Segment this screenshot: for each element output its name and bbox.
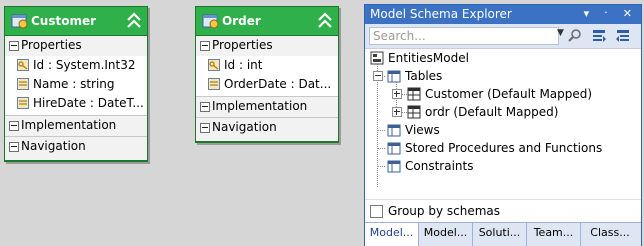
property-text: Id : int: [224, 58, 263, 72]
collapse-icon[interactable]: [125, 11, 143, 31]
tab-model-schema-explorer[interactable]: Model...: [365, 223, 419, 246]
window-buttons[interactable]: ▾ ᛫ ✕: [584, 7, 637, 20]
navigation-section[interactable]: Navigation: [196, 117, 338, 142]
navigation-label: Navigation: [212, 120, 277, 134]
tree-node-tables[interactable]: Tables: [365, 67, 641, 85]
properties-section: Properties Id : int OrderDate : Dat...: [196, 36, 338, 96]
implementation-label: Implementation: [21, 118, 117, 132]
customer-entity[interactable]: Customer Properties Id : System.Int32 Na…: [4, 6, 148, 162]
implementation-header[interactable]: Implementation: [5, 116, 147, 136]
tree-node-label: Constraints: [405, 159, 474, 173]
collapse-toggle-icon[interactable]: [9, 142, 19, 152]
collapse-toggle-icon[interactable]: [200, 41, 210, 51]
expand-toggle-icon[interactable]: [392, 89, 402, 99]
property-row[interactable]: Name : string: [5, 75, 147, 94]
expand-toggle-icon[interactable]: [392, 107, 402, 117]
property-text: OrderDate : Dat...: [224, 77, 332, 91]
tree-node-table[interactable]: ordr (Default Mapped): [365, 103, 641, 121]
tree-node-label: ordr (Default Mapped): [425, 105, 559, 119]
collapse-toggle-icon[interactable]: [9, 41, 19, 51]
search-toolbar: Search... ▼: [365, 24, 641, 49]
properties-section: Properties Id : System.Int32 Name : stri…: [5, 36, 147, 115]
tree-node-views[interactable]: Views: [365, 121, 641, 139]
property-icon: [17, 78, 29, 90]
table-icon: [407, 87, 421, 101]
tree-node-table[interactable]: Customer (Default Mapped): [365, 85, 641, 103]
order-entity[interactable]: Order Properties Id : int OrderDate: Da…: [195, 6, 339, 143]
implementation-header[interactable]: Implementation: [196, 97, 338, 117]
constraints-folder-icon: [387, 160, 401, 173]
tree-node-label: Stored Procedures and Functions: [405, 141, 603, 155]
panel-title-bar[interactable]: Model Schema Explorer ▾ ᛫ ✕: [365, 5, 641, 24]
property-row[interactable]: Id : System.Int32: [5, 56, 147, 75]
refresh-icon[interactable]: [591, 28, 607, 44]
panel-tabs: Model... Model... Soluti... Team... Clas…: [365, 222, 641, 246]
tree-node-constraints[interactable]: Constraints: [365, 157, 641, 175]
tree-node-root[interactable]: EntitiesModel: [365, 49, 641, 67]
table-icon: [407, 105, 421, 119]
tree-node-label: Views: [405, 123, 440, 137]
property-icon: [208, 78, 220, 90]
views-folder-icon: [387, 124, 401, 137]
property-text: Id : System.Int32: [33, 58, 136, 72]
tab-model-explorer[interactable]: Model...: [419, 223, 473, 246]
property-text: Name : string: [33, 77, 115, 91]
group-by-schemas-label[interactable]: Group by schemas: [388, 204, 500, 218]
properties-label: Properties: [212, 38, 273, 52]
entity-header[interactable]: Customer: [5, 7, 147, 36]
entity-title: Order: [222, 14, 261, 28]
entity-title: Customer: [31, 14, 97, 28]
entity-header[interactable]: Order: [196, 7, 338, 36]
collapse-toggle-icon[interactable]: [200, 102, 210, 112]
key-property-icon: [208, 59, 220, 71]
group-by-schemas-row: Group by schemas: [365, 199, 641, 222]
property-row[interactable]: OrderDate : Dat...: [196, 75, 338, 94]
property-text: HireDate : DateT...: [33, 96, 144, 110]
search-dropdown-icon[interactable]: ▼: [557, 28, 564, 38]
tree-node-label: EntitiesModel: [388, 51, 469, 65]
navigation-header[interactable]: Navigation: [5, 137, 147, 157]
implementation-section[interactable]: Implementation: [196, 96, 338, 117]
tables-folder-icon: [387, 70, 401, 83]
implementation-label: Implementation: [212, 99, 308, 113]
stored-procedures-folder-icon: [387, 142, 401, 155]
property-row[interactable]: HireDate : DateT...: [5, 94, 147, 113]
group-by-schemas-checkbox[interactable]: [370, 205, 383, 218]
key-property-icon: [17, 59, 29, 71]
tree-node-stored-procedures[interactable]: Stored Procedures and Functions: [365, 139, 641, 157]
collapse-toggle-icon[interactable]: [373, 71, 383, 81]
collapse-toggle-icon[interactable]: [9, 121, 19, 131]
search-icon[interactable]: [567, 28, 583, 44]
navigation-header[interactable]: Navigation: [196, 118, 338, 138]
tree-node-label: Customer (Default Mapped): [425, 87, 593, 101]
entity-icon: [11, 14, 28, 29]
navigation-label: Navigation: [21, 139, 86, 153]
properties-label: Properties: [21, 38, 82, 52]
tab-class-view[interactable]: Class...: [581, 223, 639, 246]
collapse-icon[interactable]: [316, 11, 334, 31]
tab-solution-explorer[interactable]: Soluti...: [473, 223, 527, 246]
properties-header[interactable]: Properties: [196, 36, 338, 56]
model-icon: [370, 51, 384, 65]
collapse-all-icon[interactable]: [615, 28, 631, 44]
tree-node-label: Tables: [405, 69, 443, 83]
search-input[interactable]: Search...: [369, 27, 559, 45]
properties-header[interactable]: Properties: [5, 36, 147, 56]
property-row[interactable]: Id : int: [196, 56, 338, 75]
property-icon: [17, 97, 29, 109]
property-list: Id : int OrderDate : Dat...: [196, 56, 338, 96]
model-schema-explorer-panel: Model Schema Explorer ▾ ᛫ ✕ Search... ▼: [364, 4, 642, 246]
implementation-section[interactable]: Implementation: [5, 115, 147, 136]
navigation-section[interactable]: Navigation: [5, 136, 147, 161]
entity-icon: [202, 14, 219, 29]
panel-title: Model Schema Explorer: [370, 7, 512, 21]
schema-tree: EntitiesModel Tables Customer (Default M…: [365, 49, 641, 187]
tab-team-explorer[interactable]: Team...: [527, 223, 581, 246]
property-list: Id : System.Int32 Name : string HireDate…: [5, 56, 147, 115]
collapse-toggle-icon[interactable]: [200, 123, 210, 133]
